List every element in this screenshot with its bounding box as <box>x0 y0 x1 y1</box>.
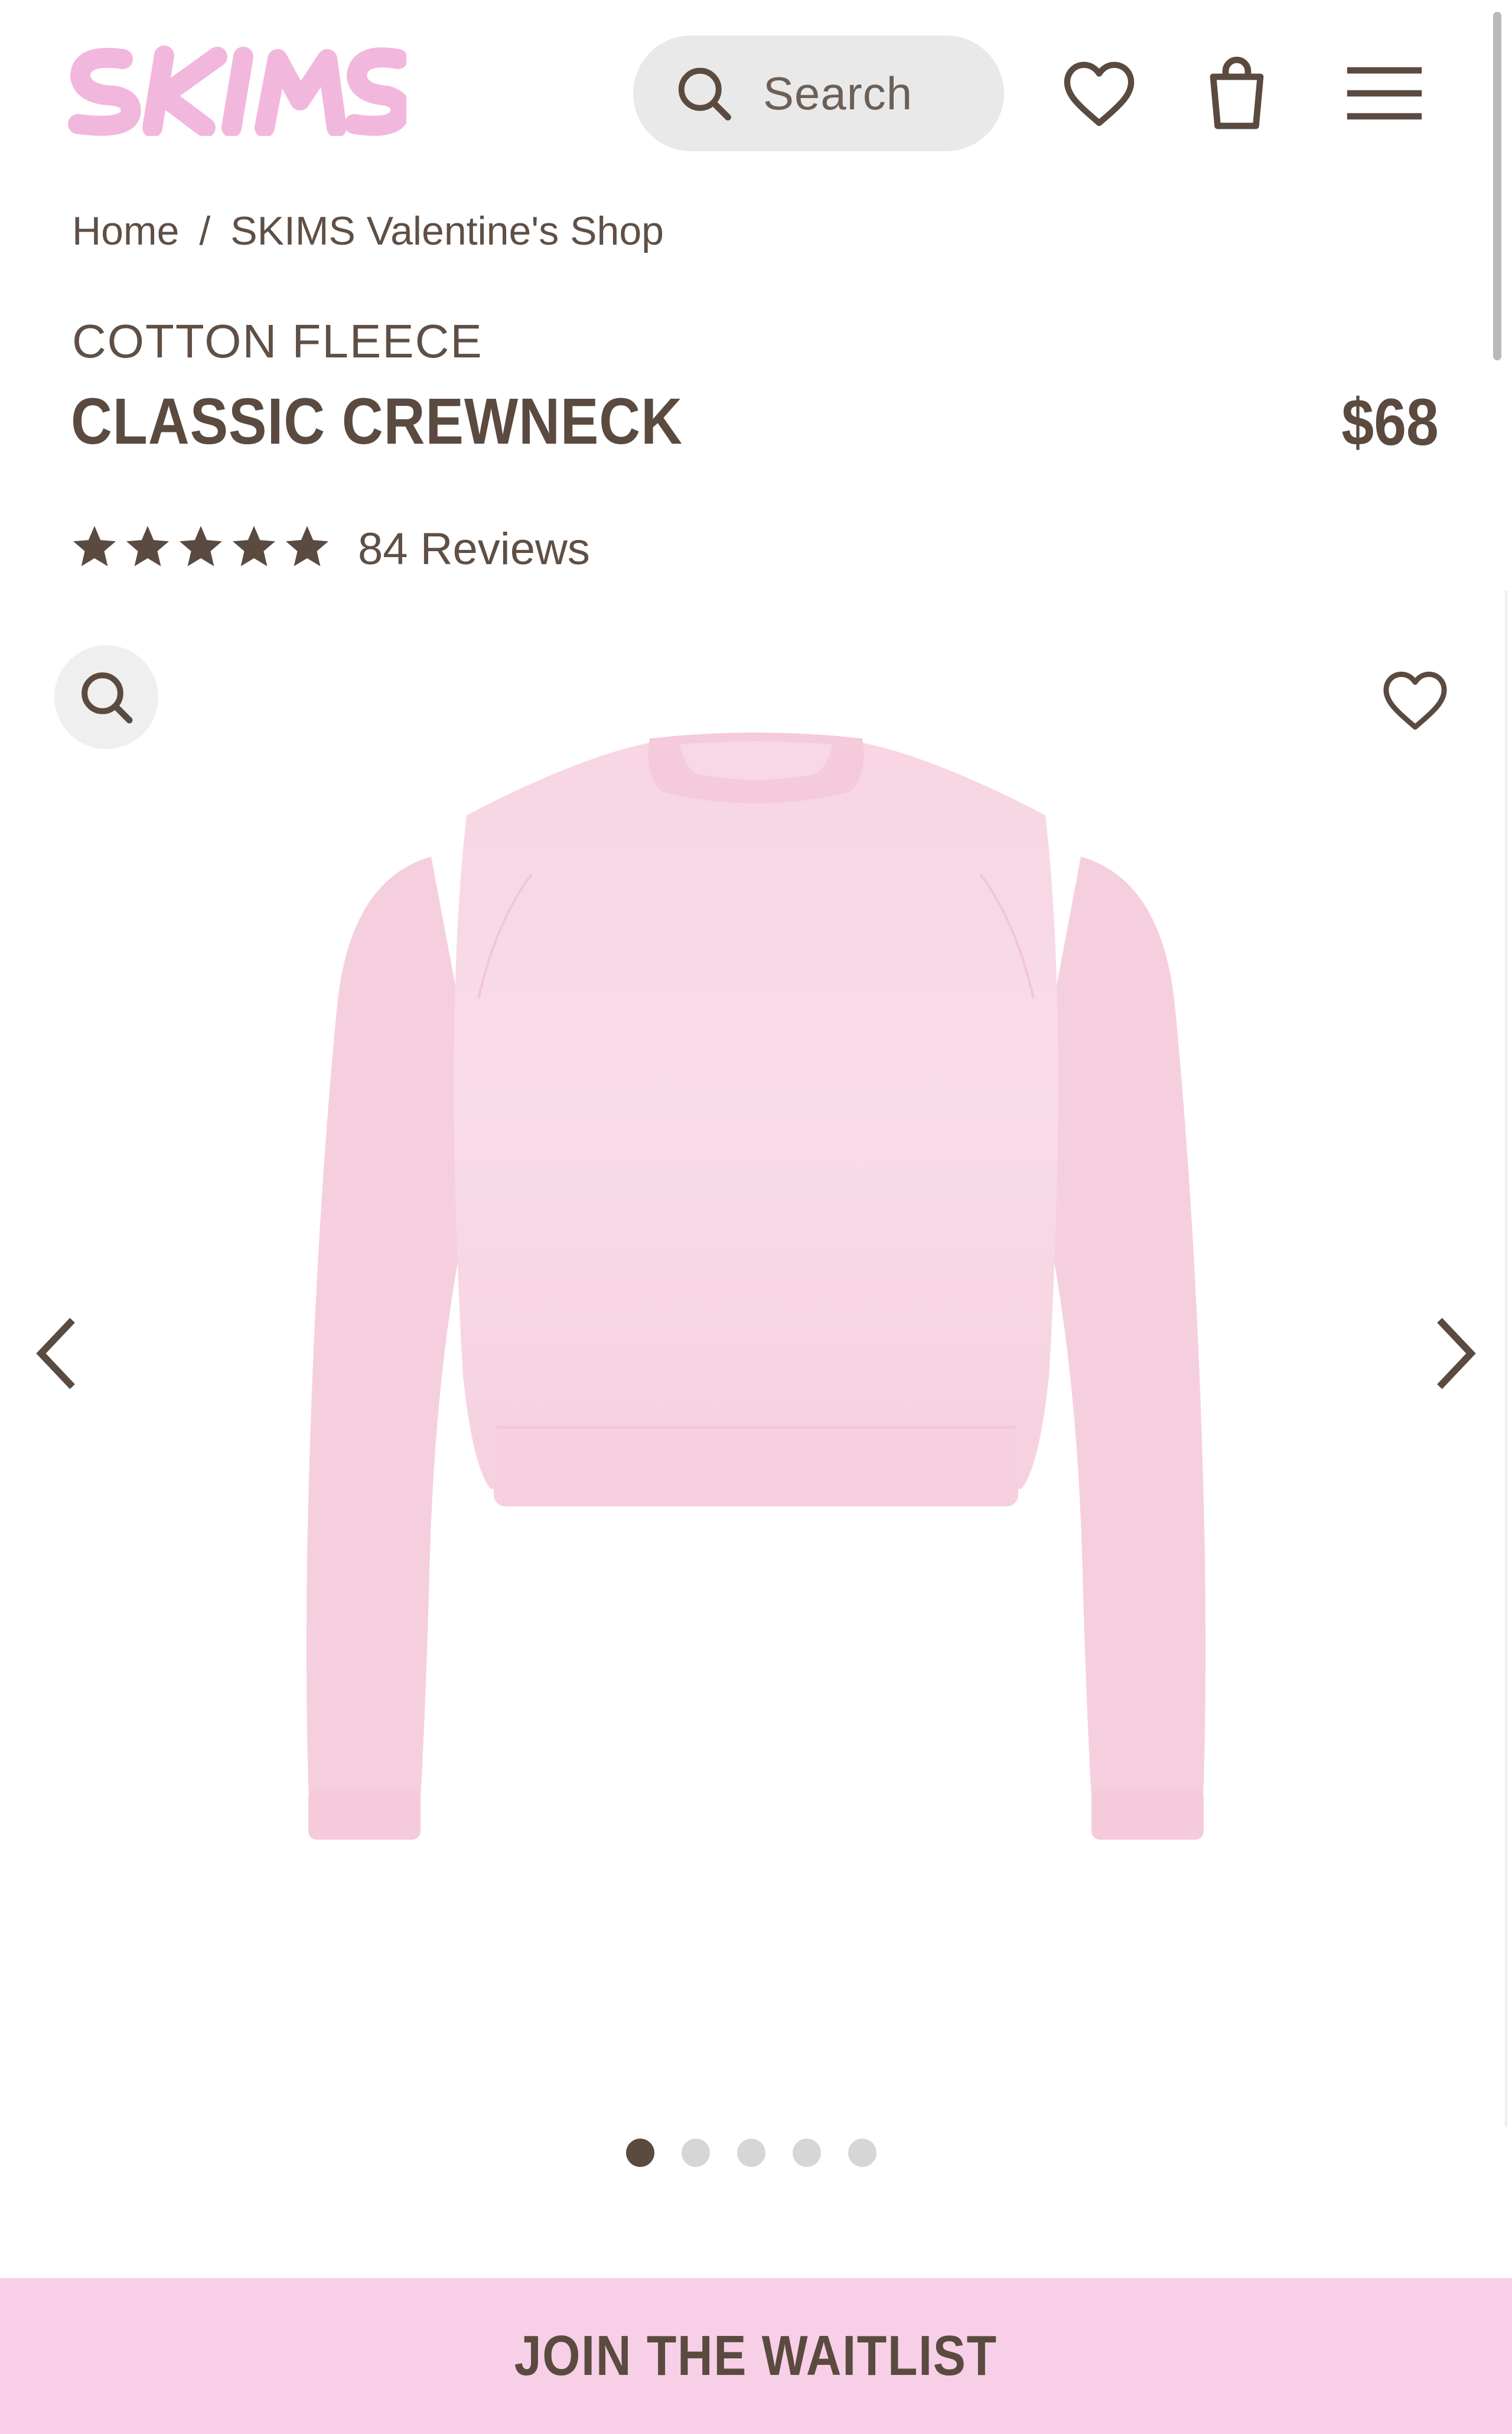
shopping-bag-icon[interactable] <box>1205 54 1269 131</box>
star-icon <box>126 526 170 567</box>
wishlist-heart-icon[interactable] <box>1381 669 1449 733</box>
heart-icon[interactable] <box>1061 59 1138 129</box>
pagination-dot[interactable] <box>793 2139 821 2167</box>
reviews-link[interactable]: 84 Reviews <box>358 523 590 575</box>
image-pagination <box>626 2139 876 2167</box>
star-icon <box>179 526 223 567</box>
star-rating[interactable] <box>70 522 332 572</box>
star-icon <box>285 526 329 567</box>
chevron-left-icon[interactable] <box>34 1315 79 1392</box>
pagination-dot[interactable] <box>848 2139 876 2167</box>
scrollbar-thumb[interactable] <box>1493 12 1501 360</box>
search-icon <box>678 67 731 121</box>
scrollbar-track <box>1505 591 1507 2127</box>
join-waitlist-button[interactable]: JOIN THE WAITLIST <box>0 2278 1512 2434</box>
skims-logo[interactable] <box>64 41 411 138</box>
product-image[interactable] <box>272 727 1240 1967</box>
search-placeholder: Search <box>763 67 913 119</box>
search-bar[interactable]: Search <box>633 35 1004 151</box>
breadcrumb-separator: / <box>199 209 211 253</box>
product-category: COTTON FLEECE <box>72 315 483 367</box>
hamburger-menu-icon[interactable] <box>1344 64 1425 123</box>
chevron-right-icon[interactable] <box>1433 1315 1478 1392</box>
star-icon <box>73 526 116 567</box>
pagination-dot[interactable] <box>626 2139 654 2167</box>
zoom-icon <box>82 672 133 724</box>
zoom-button[interactable] <box>54 645 158 749</box>
join-waitlist-label: JOIN THE WAITLIST <box>514 2324 998 2387</box>
star-icon <box>232 526 276 567</box>
product-price: $68 <box>1341 385 1439 459</box>
pagination-dot[interactable] <box>682 2139 710 2167</box>
product-title: CLASSIC CREWNECK <box>71 385 683 458</box>
breadcrumb-home[interactable]: Home <box>72 209 179 253</box>
breadcrumb-valentines-shop[interactable]: SKIMS Valentine's Shop <box>230 209 664 253</box>
pagination-dot[interactable] <box>737 2139 765 2167</box>
breadcrumb: Home / SKIMS Valentine's Shop <box>72 208 664 254</box>
